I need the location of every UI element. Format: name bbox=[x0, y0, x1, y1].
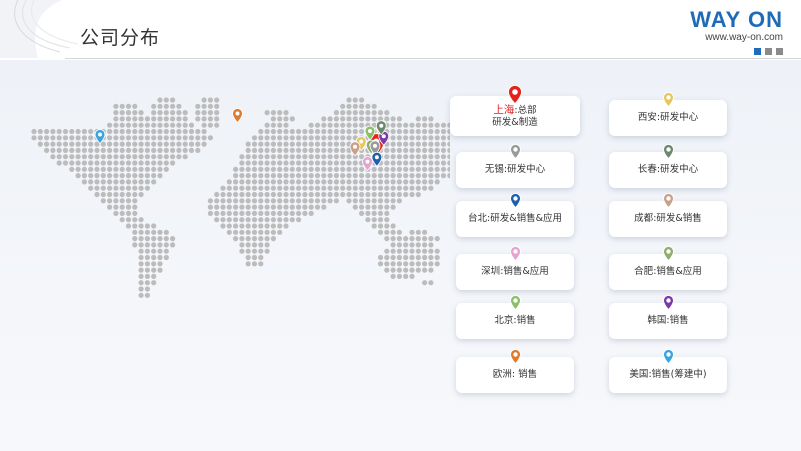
location-role: 销售 bbox=[669, 315, 689, 326]
location-role: 研发中心 bbox=[660, 164, 699, 175]
header-divider bbox=[65, 58, 801, 59]
location-name: 成都 bbox=[634, 213, 654, 224]
logo-url: www.way-on.com bbox=[705, 32, 783, 43]
location-name: 合肥 bbox=[634, 266, 654, 277]
location-label: 无锡:研发中心 bbox=[485, 164, 545, 176]
location-role: 销售&应用 bbox=[656, 266, 702, 277]
location-pin-icon bbox=[509, 349, 521, 364]
location-pin-icon bbox=[509, 144, 521, 159]
location-label: 台北:研发&销售&应用 bbox=[468, 213, 562, 225]
location-role: 销售 bbox=[516, 315, 536, 326]
location-label: 合肥:销售&应用 bbox=[634, 266, 702, 278]
logo-wordmark: WAY ON bbox=[690, 7, 783, 32]
location-label: 成都:研发&销售 bbox=[634, 213, 702, 225]
location-label: 西安:研发中心 bbox=[638, 112, 698, 124]
page-title: 公司分布 bbox=[80, 27, 161, 49]
location-role: 销售 bbox=[515, 369, 538, 380]
location-label: 欧洲: 销售 bbox=[493, 369, 537, 381]
slide-content: 上海:总部 研发&制造 西安:研发中心无锡:研发中心 长春:研发中心台北:研发&销售&… bbox=[0, 60, 801, 451]
location-role: 总部 bbox=[517, 104, 537, 116]
location-pin-icon bbox=[662, 144, 674, 159]
location-label: 韩国:销售 bbox=[647, 315, 688, 327]
location-label: 上海:总部 bbox=[493, 104, 536, 117]
location-role: 销售(筹建中) bbox=[651, 369, 707, 380]
location-label: 北京:销售 bbox=[494, 315, 535, 327]
location-role: 研发中心 bbox=[507, 164, 546, 175]
location-name: 台北 bbox=[467, 213, 487, 224]
company-logo: WAY ON www.way-on.com bbox=[690, 8, 783, 55]
world-dot-map bbox=[31, 97, 450, 298]
logo-squares bbox=[690, 48, 783, 55]
location-label: 美国:销售(筹建中) bbox=[629, 369, 706, 381]
map-pin-usa bbox=[94, 129, 106, 145]
location-pin-icon bbox=[508, 85, 522, 104]
location-role: 研发&销售 bbox=[656, 213, 702, 224]
location-name: 韩国 bbox=[647, 315, 667, 326]
location-role: 研发&销售&应用 bbox=[490, 213, 563, 224]
location-pin-icon bbox=[509, 193, 521, 208]
location-pin-icon bbox=[662, 295, 674, 310]
location-pin-icon bbox=[662, 92, 674, 107]
location-name: 西安 bbox=[637, 112, 657, 123]
location-pin-icon bbox=[662, 193, 674, 208]
location-name: 长春 bbox=[637, 164, 657, 175]
location-name: 欧洲 bbox=[492, 369, 512, 380]
location-name: 美国 bbox=[629, 369, 649, 380]
slide-header: 公司分布 WAY ON www.way-on.com bbox=[0, 0, 801, 60]
location-name: 无锡 bbox=[484, 164, 504, 175]
location-pin-icon bbox=[509, 246, 521, 261]
location-name: 北京 bbox=[494, 315, 514, 326]
location-name: 上海 bbox=[493, 103, 515, 116]
location-pin-icon bbox=[662, 246, 674, 261]
location-pin-icon bbox=[509, 295, 521, 310]
location-role: 研发中心 bbox=[660, 112, 699, 123]
map-pin-europe bbox=[232, 108, 243, 124]
location-role: 销售&应用 bbox=[503, 266, 549, 277]
location-label: 长春:研发中心 bbox=[638, 164, 698, 176]
map-pin-chengdu bbox=[349, 141, 361, 157]
location-pin-icon bbox=[662, 349, 674, 364]
location-name: 深圳 bbox=[481, 266, 501, 277]
location-role-secondary: 研发&制造 bbox=[492, 116, 538, 128]
location-label: 深圳:销售&应用 bbox=[481, 266, 549, 278]
